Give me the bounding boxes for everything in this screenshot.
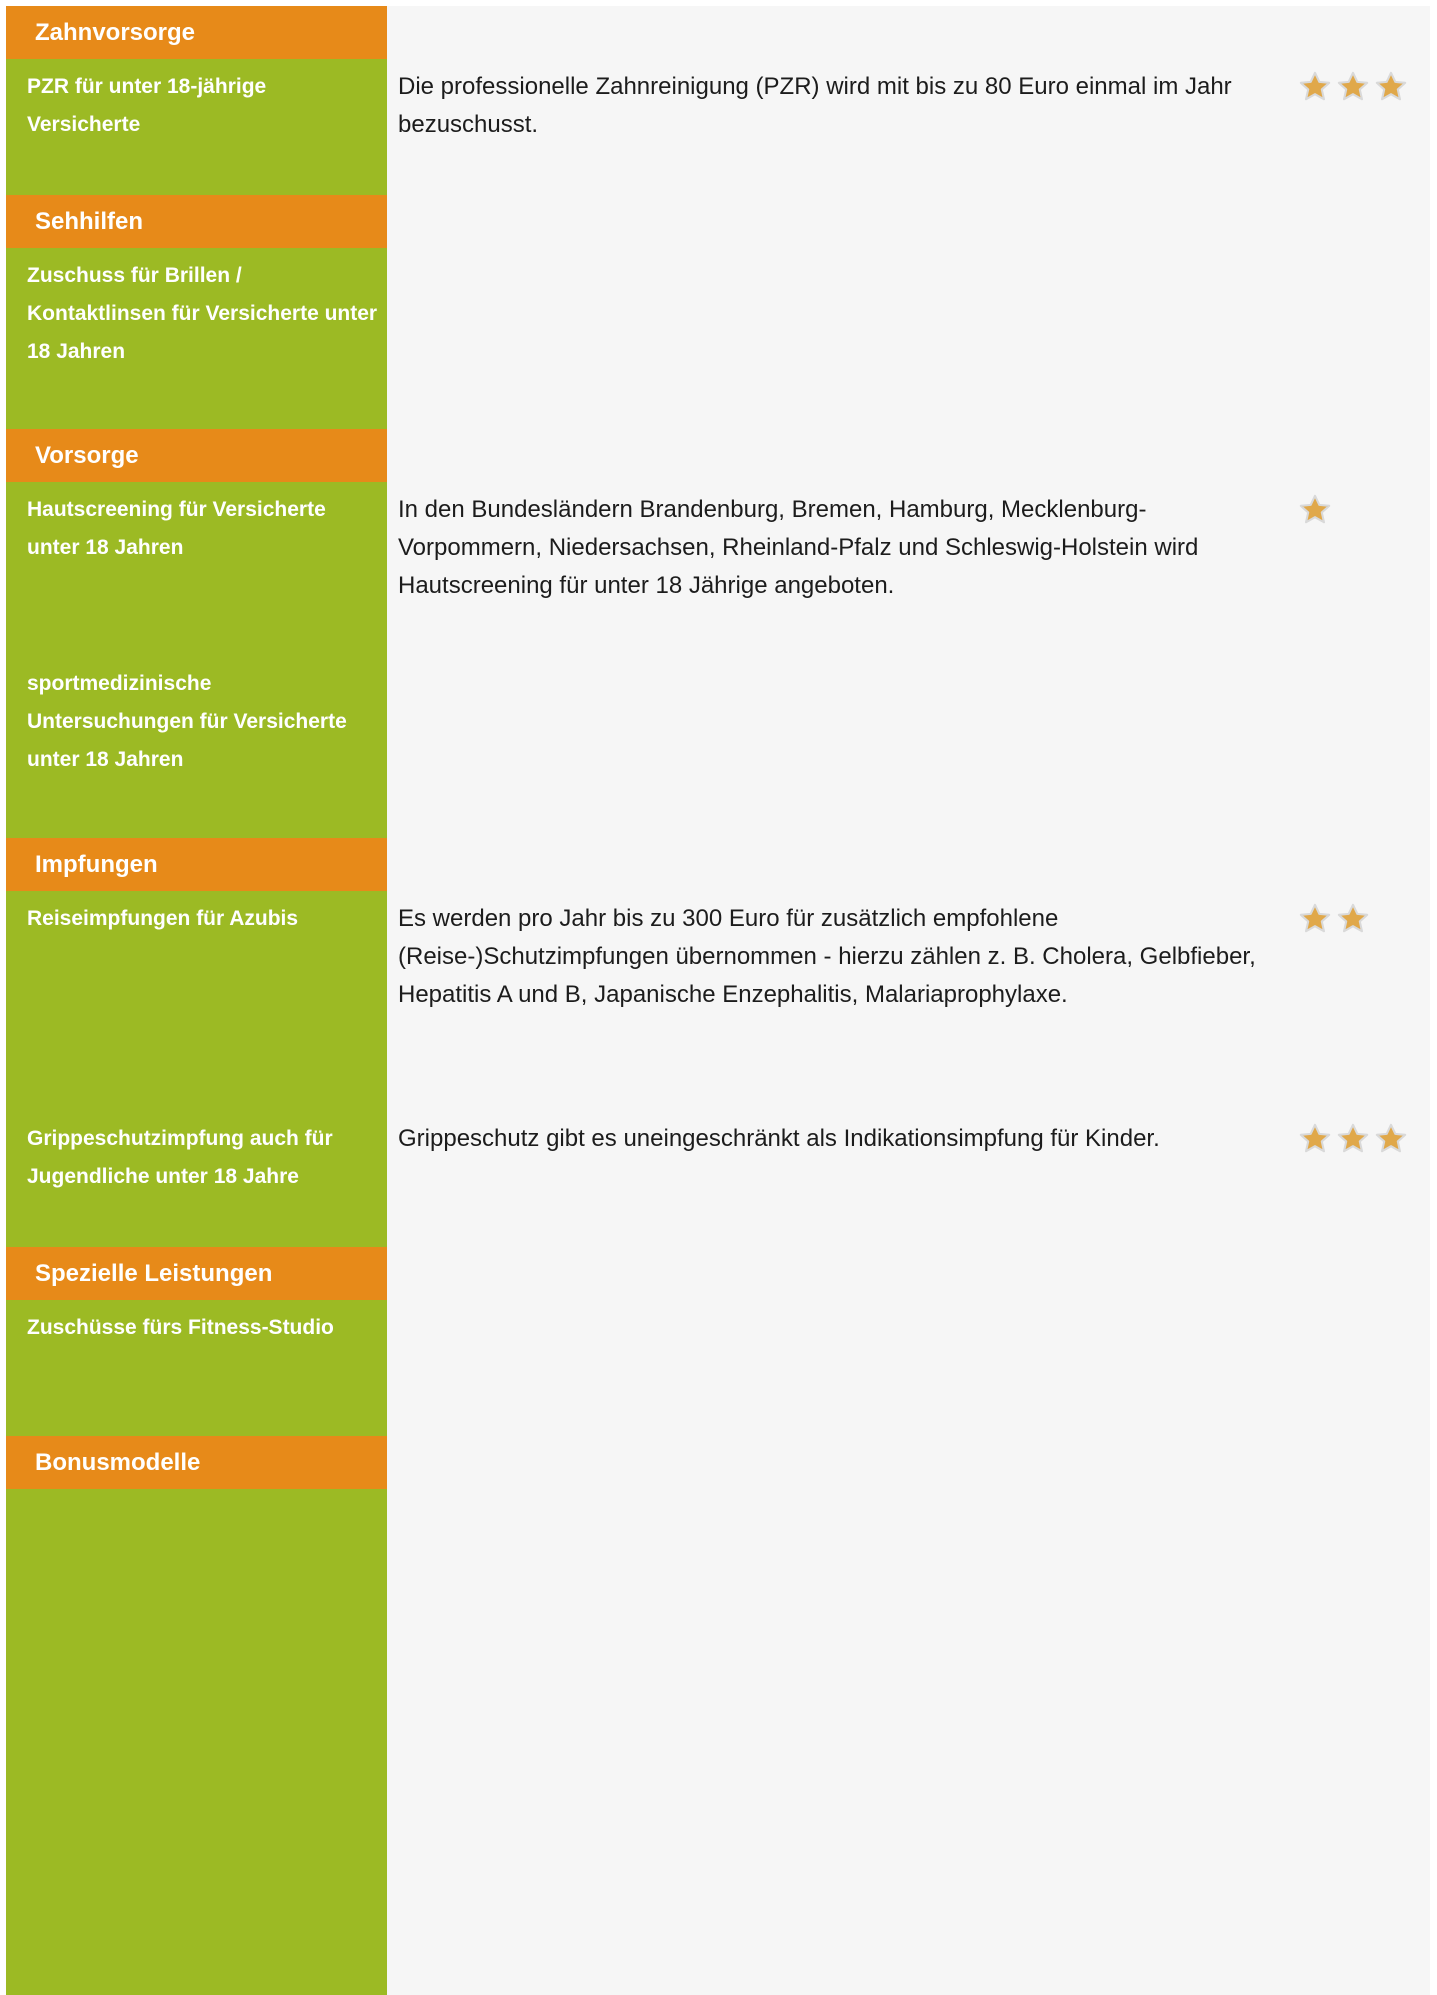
row-label-grippeschutz: Grippeschutzimpfung auch für Jugendliche… — [27, 1127, 333, 1188]
star-icon — [1375, 1123, 1407, 1153]
row-label-hautscreening: Hautscreening für Versicherte unter 18 J… — [27, 498, 326, 559]
row-description-pzr: Die professionelle Zahnreinigung (PZR) w… — [398, 73, 1232, 138]
star-icon — [1299, 494, 1331, 524]
row-label-pzr: PZR für unter 18-jährige Versicherte — [27, 75, 267, 136]
section-header-bonusmodelle: Bonusmodelle — [6, 1436, 387, 1489]
rating-reiseimpfungen — [1298, 900, 1370, 938]
row-label-brillen: Zuschuss für Brillen / Kontaktlinsen für… — [27, 264, 378, 363]
rating-pzr — [1298, 68, 1408, 106]
star-icon — [1337, 1123, 1369, 1153]
star-icon — [1299, 71, 1331, 101]
row-description-reiseimpfungen: Es werden pro Jahr bis zu 300 Euro für z… — [398, 905, 1256, 1008]
rating-hautscreening — [1298, 491, 1332, 529]
star-icon — [1337, 903, 1369, 933]
section-header-vorsorge: Vorsorge — [6, 429, 387, 482]
star-icon — [1337, 71, 1369, 101]
star-icon — [1299, 1123, 1331, 1153]
rating-grippeschutz — [1298, 1120, 1408, 1158]
star-icon — [1299, 903, 1331, 933]
benefits-table: Zahnvorsorge PZR für unter 18-jährige Ve… — [6, 6, 1430, 1995]
row-description-grippeschutz: Grippeschutz gibt es uneingeschränkt als… — [398, 1125, 1160, 1152]
section-header-sehhilfen: Sehhilfen — [6, 195, 387, 248]
section-header-spezielle-leistungen: Spezielle Leistungen — [6, 1247, 387, 1300]
star-icon — [1375, 71, 1407, 101]
row-label-reiseimpfungen: Reiseimpfungen für Azubis — [27, 907, 299, 930]
section-header-impfungen: Impfungen — [6, 838, 387, 891]
section-header-zahnvorsorge: Zahnvorsorge — [6, 6, 387, 59]
row-label-fitness: Zuschüsse fürs Fitness-Studio — [27, 1316, 334, 1339]
row-label-sportmedizin: sportmedizinische Untersuchungen für Ver… — [27, 672, 347, 771]
row-description-hautscreening: In den Bundesländern Brandenburg, Bremen… — [398, 496, 1199, 599]
